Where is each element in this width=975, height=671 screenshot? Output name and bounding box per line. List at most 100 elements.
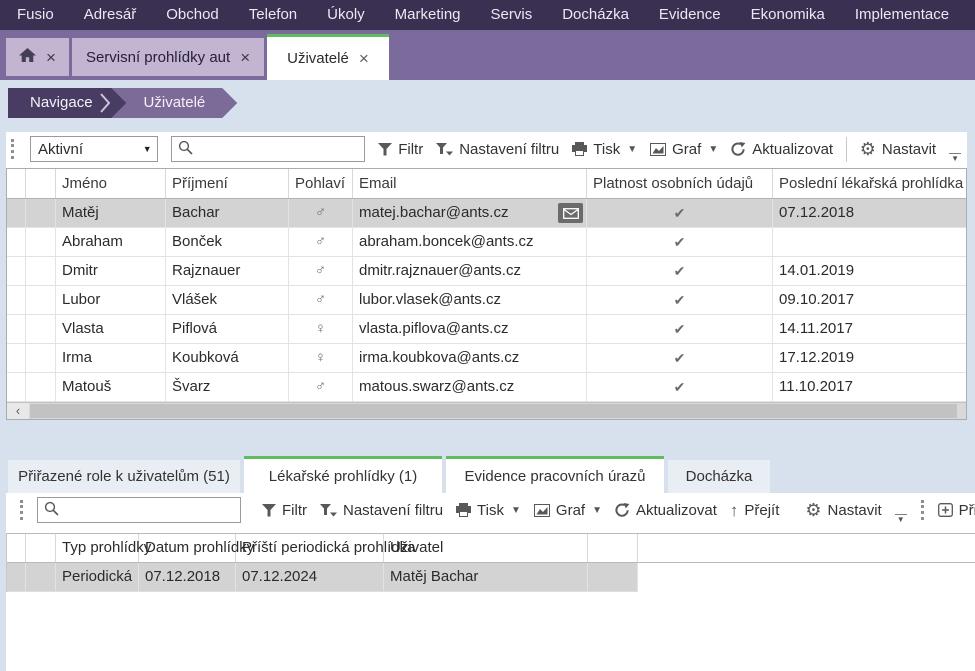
checkmark-icon: ✔ [674, 321, 686, 337]
menu-item[interactable]: Ekonomika [736, 0, 840, 30]
cell-email: lubor.vlasek@ants.cz [353, 286, 587, 314]
row-handle-cell [26, 563, 56, 591]
chart-icon [650, 143, 666, 156]
header-cell[interactable]: Příjmení [166, 169, 289, 198]
toolbar-overflow-button[interactable]: ▼ [895, 514, 907, 524]
toolbar-overflow-button[interactable]: ▼ [949, 153, 961, 163]
refresh-button[interactable]: Aktualizovat [731, 141, 833, 158]
menu-item[interactable]: Telefon [234, 0, 312, 30]
table-row[interactable]: AbrahamBonček♂abraham.boncek@ants.cz✔ [7, 228, 966, 257]
search-input[interactable] [193, 138, 398, 160]
menu-item[interactable]: Docházka [547, 0, 644, 30]
header-cell [7, 169, 26, 198]
menu-item[interactable]: Fusio [2, 0, 69, 30]
cell-first-name: Matěj [56, 199, 166, 227]
table-row[interactable]: Periodická07.12.201807.12.2024Matěj Bach… [7, 563, 638, 592]
filter-button[interactable]: Filtr [262, 502, 307, 519]
users-search[interactable] [171, 136, 365, 162]
tab-label: Uživatelé [287, 50, 349, 67]
menu-item[interactable]: Úkoly [312, 0, 380, 30]
table-row[interactable]: VlastaPiflová♀vlasta.piflova@ants.cz✔14.… [7, 315, 966, 344]
toolbar-drag-handle[interactable] [11, 139, 14, 159]
menu-item[interactable]: Evidence [644, 0, 736, 30]
header-cell[interactable]: Platnost osobních údajů [587, 169, 773, 198]
header-cell[interactable]: Pohlaví [289, 169, 353, 198]
scroll-left-arrow-icon[interactable]: ‹ [7, 403, 29, 419]
home-tab[interactable]: × [6, 38, 69, 76]
table-row[interactable]: MatoušŠvarz♂matous.swarz@ants.cz✔11.10.2… [7, 373, 966, 402]
search-icon [44, 501, 59, 520]
filter-settings-button[interactable]: Nastavení filtru [436, 141, 559, 158]
gear-icon: ⚙ [860, 140, 876, 158]
header-cell[interactable]: Datum prohlídky [139, 534, 236, 562]
print-button[interactable]: Tisk ▼ [572, 141, 637, 158]
print-button[interactable]: Tisk ▼ [456, 502, 521, 519]
filter-button[interactable]: Filtr [378, 141, 423, 158]
menu-item[interactable]: Vývoj [964, 0, 975, 30]
cell-last-checkup: 14.01.2019 [773, 257, 966, 285]
menu-item[interactable]: Obchod [151, 0, 234, 30]
header-cell[interactable]: Uživatel [384, 534, 588, 562]
horizontal-scrollbar[interactable]: ‹ [7, 402, 966, 419]
detail-tab[interactable]: Evidence pracovních úrazů [446, 456, 664, 493]
goto-button[interactable]: ↑ Přejít [730, 502, 780, 519]
close-icon[interactable]: × [359, 50, 369, 67]
male-icon: ♂ [315, 233, 326, 250]
scrollbar-thumb[interactable] [30, 404, 957, 418]
toolbar-drag-handle[interactable] [20, 500, 23, 520]
chart-button[interactable]: Graf ▼ [534, 502, 602, 519]
table-row[interactable]: LuborVlášek♂lubor.vlasek@ants.cz✔09.10.2… [7, 286, 966, 315]
chevron-down-icon: ▼ [627, 144, 637, 155]
button-label: Graf [556, 502, 585, 519]
detail-tab[interactable]: Docházka [668, 460, 770, 493]
chart-button[interactable]: Graf ▼ [650, 141, 718, 158]
cell-last-checkup: 09.10.2017 [773, 286, 966, 314]
checkmark-icon: ✔ [674, 292, 686, 308]
header-cell [26, 169, 56, 198]
settings-button[interactable]: ⚙ Nastavit [860, 140, 936, 158]
button-label: Filtr [398, 141, 423, 158]
breadcrumb: Navigace Uživatelé [8, 88, 975, 118]
add-button[interactable]: Přidat [938, 502, 975, 519]
cell-last-name: Bonček [166, 228, 289, 256]
refresh-button[interactable]: Aktualizovat [615, 502, 717, 519]
view-filter-select[interactable]: Aktivní ▼ [30, 136, 158, 162]
breadcrumb-item-navigace[interactable]: Navigace [8, 88, 127, 118]
cell-email: abraham.boncek@ants.cz [353, 228, 587, 256]
button-label: Přidat [959, 502, 975, 519]
header-cell[interactable]: Jméno [56, 169, 166, 198]
table-row-wrap: Periodická07.12.201807.12.2024Matěj Bach… [7, 563, 975, 592]
close-icon[interactable]: × [46, 49, 56, 66]
header-cell[interactable]: Email [353, 169, 587, 198]
menu-item[interactable]: Implementace [840, 0, 964, 30]
button-label: Nastavení filtru [459, 141, 559, 158]
detail-tab[interactable]: Lékařské prohlídky (1) [244, 456, 442, 493]
row-indicator-cell [7, 344, 26, 372]
document-tab[interactable]: Uživatelé × [267, 34, 389, 80]
table-row[interactable]: IrmaKoubková♀irma.koubkova@ants.cz✔17.12… [7, 344, 966, 373]
header-cell[interactable]: Poslední lékařská prohlídka [773, 169, 966, 198]
header-cell[interactable]: Typ prohlídky [56, 534, 139, 562]
detail-search[interactable] [37, 497, 241, 523]
close-icon[interactable]: × [240, 49, 250, 66]
table-row[interactable]: DmitrRajznauer♂dmitr.rajznauer@ants.cz✔1… [7, 257, 966, 286]
row-handle-cell [26, 257, 56, 285]
email-icon[interactable] [558, 203, 583, 223]
table-row[interactable]: MatějBachar♂matej.bachar@ants.cz✔07.12.2… [7, 199, 966, 228]
cell-email: dmitr.rajznauer@ants.cz [353, 257, 587, 285]
settings-button[interactable]: ⚙ Nastavit [805, 501, 881, 519]
menu-item[interactable]: Adresář [69, 0, 152, 30]
header-cell[interactable]: Příští periodická prohlídka [236, 534, 384, 562]
detail-tab[interactable]: Přiřazené role k uživatelům (51) [8, 460, 240, 493]
search-input[interactable] [59, 499, 264, 521]
toolbar-drag-handle[interactable] [921, 500, 924, 520]
filter-settings-button[interactable]: Nastavení filtru [320, 502, 443, 519]
menu-item[interactable]: Marketing [380, 0, 476, 30]
cell-first-name: Matouš [56, 373, 166, 401]
header-cell [26, 534, 56, 562]
document-tab[interactable]: Servisní prohlídky aut× [72, 38, 264, 76]
row-handle-cell [26, 315, 56, 343]
breadcrumb-item-uzivatele[interactable]: Uživatelé [112, 88, 238, 118]
cell-gender: ♂ [289, 199, 353, 227]
menu-item[interactable]: Servis [476, 0, 548, 30]
